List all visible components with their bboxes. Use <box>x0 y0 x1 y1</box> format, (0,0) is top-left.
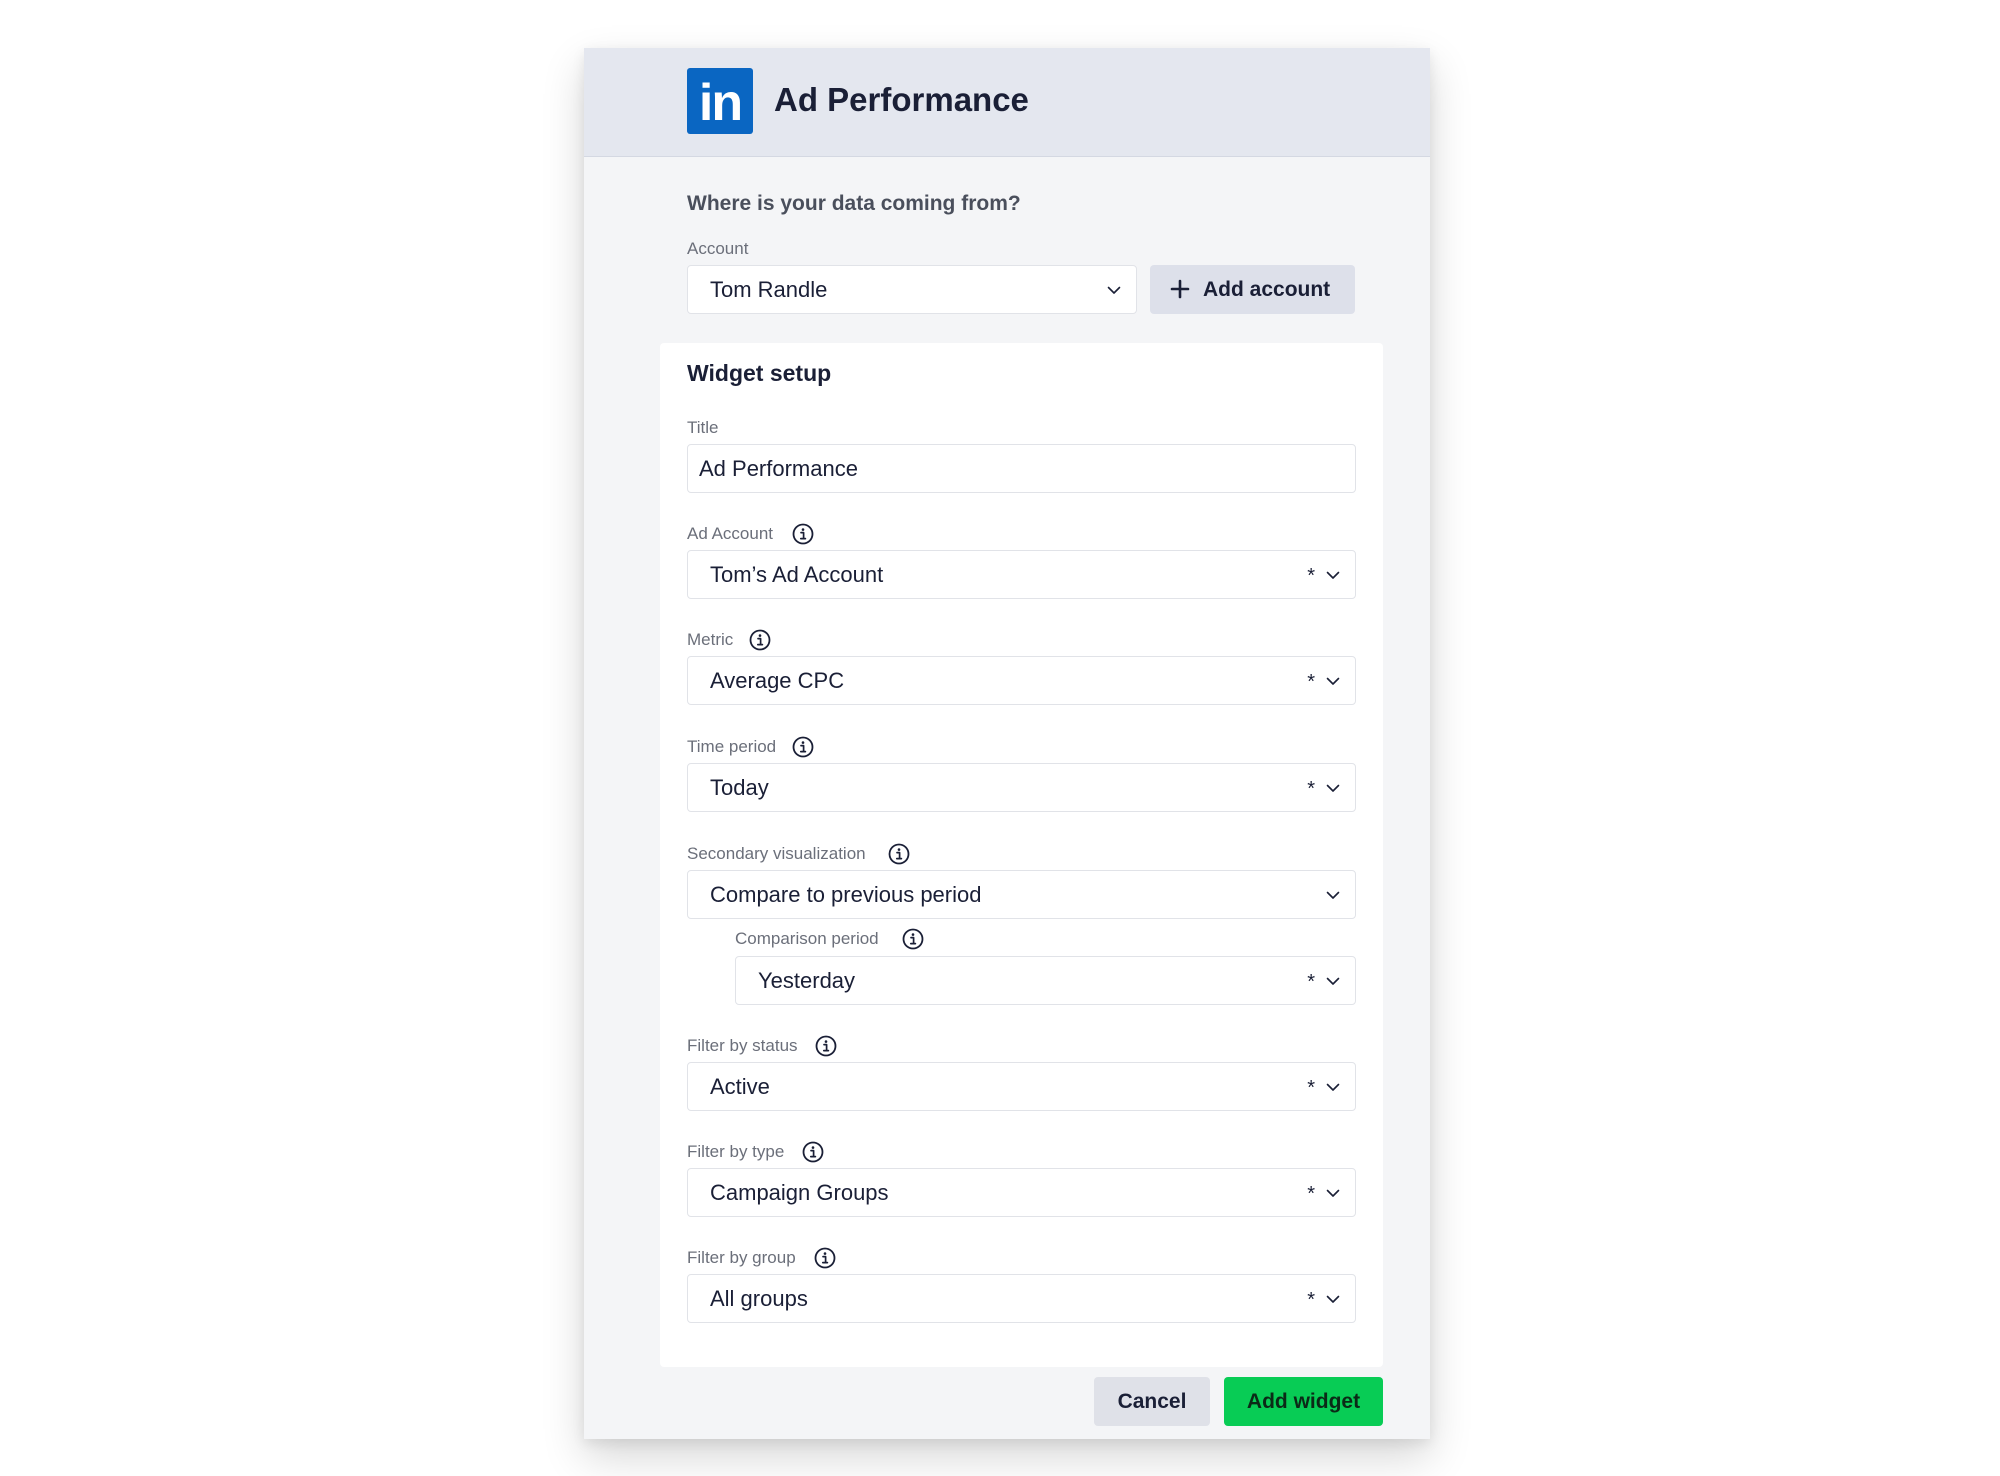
comparison-period-label: Comparison period <box>735 929 879 948</box>
filter-group-label: Filter by group <box>687 1248 796 1267</box>
filter-status-label: Filter by status <box>687 1036 798 1055</box>
plus-icon <box>1170 279 1190 299</box>
filter-status-select-value: Active <box>710 1074 770 1099</box>
time-period-select[interactable]: Today * <box>687 763 1356 812</box>
chevron-down-icon <box>1326 888 1340 902</box>
filter-group-select[interactable]: All groups * <box>687 1274 1356 1323</box>
chevron-down-icon <box>1326 674 1340 688</box>
metric-select-value: Average CPC <box>710 668 845 693</box>
info-icon[interactable] <box>749 629 771 651</box>
info-icon[interactable] <box>902 928 924 950</box>
title-label: Title <box>687 418 719 437</box>
required-marker: * <box>1307 565 1315 587</box>
ad-account-select-value: Tom’s Ad Account <box>710 562 884 587</box>
secondary-visualization-select-value: Compare to previous period <box>710 882 982 907</box>
add-widget-dialog: in Ad Performance Where is your data com… <box>584 48 1430 1439</box>
title-input-value: Ad Performance <box>699 456 858 481</box>
linkedin-logo: in <box>687 68 753 134</box>
info-icon[interactable] <box>792 523 814 545</box>
filter-type-select-value: Campaign Groups <box>710 1180 889 1205</box>
filter-group-select-value: All groups <box>710 1286 808 1311</box>
widget-setup-heading: Widget setup <box>687 360 832 386</box>
chevron-down-icon <box>1326 781 1340 795</box>
ad-account-label: Ad Account <box>687 524 774 543</box>
required-marker: * <box>1307 1183 1315 1205</box>
data-source-question: Where is your data coming from? <box>687 192 1021 215</box>
chevron-down-icon <box>1326 974 1340 988</box>
filter-status-select[interactable]: Active * <box>687 1062 1356 1111</box>
ad-account-select[interactable]: Tom’s Ad Account * <box>687 550 1356 599</box>
required-marker: * <box>1307 971 1315 993</box>
secondary-visualization-label: Secondary visualization <box>687 844 866 863</box>
dialog-title: Ad Performance <box>774 81 1029 118</box>
time-period-label: Time period <box>687 737 777 756</box>
info-icon[interactable] <box>792 736 814 758</box>
comparison-period-select-value: Yesterday <box>758 968 856 993</box>
required-marker: * <box>1307 1289 1315 1311</box>
linkedin-logo-text: in <box>698 74 743 132</box>
add-widget-button[interactable]: Add widget <box>1224 1377 1383 1426</box>
chevron-down-icon <box>1326 1186 1340 1200</box>
title-input[interactable]: Ad Performance <box>687 444 1356 493</box>
chevron-down-icon <box>1326 1080 1340 1094</box>
account-label: Account <box>687 239 749 258</box>
secondary-visualization-select[interactable]: Compare to previous period <box>687 870 1356 919</box>
dialog-header: in Ad Performance <box>584 48 1430 157</box>
account-select[interactable]: Tom Randle <box>687 265 1137 314</box>
required-marker: * <box>1307 778 1315 800</box>
required-marker: * <box>1307 1077 1315 1099</box>
metric-select[interactable]: Average CPC * <box>687 656 1356 705</box>
filter-type-label: Filter by type <box>687 1142 785 1161</box>
cancel-button[interactable]: Cancel <box>1094 1377 1210 1426</box>
time-period-select-value: Today <box>710 775 769 800</box>
info-icon[interactable] <box>815 1035 837 1057</box>
info-icon[interactable] <box>888 843 910 865</box>
add-account-button[interactable]: Add account <box>1150 265 1355 314</box>
info-icon[interactable] <box>814 1247 836 1269</box>
comparison-period-select[interactable]: Yesterday * <box>735 956 1356 1005</box>
chevron-down-icon <box>1326 568 1340 582</box>
add-account-label: Add account <box>1203 278 1331 301</box>
required-marker: * <box>1307 671 1315 693</box>
chevron-down-icon <box>1326 1292 1340 1306</box>
account-select-value: Tom Randle <box>710 277 828 302</box>
filter-type-select[interactable]: Campaign Groups * <box>687 1168 1356 1217</box>
chevron-down-icon <box>1107 283 1121 297</box>
info-icon[interactable] <box>802 1141 824 1163</box>
metric-label: Metric <box>687 630 734 649</box>
